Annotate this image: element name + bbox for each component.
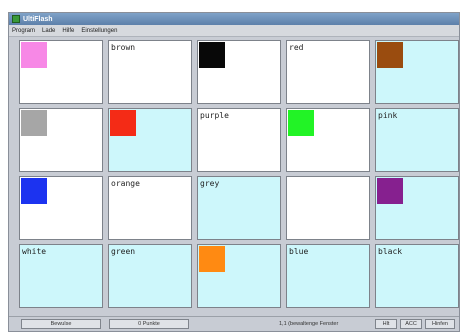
card[interactable] <box>286 176 370 240</box>
card[interactable] <box>375 176 459 240</box>
card[interactable]: green <box>108 244 192 308</box>
menu-program[interactable]: Program <box>12 28 35 34</box>
color-swatch <box>110 110 136 136</box>
color-swatch <box>288 110 314 136</box>
color-word: white <box>22 247 47 256</box>
color-swatch <box>21 110 47 136</box>
menu-einstellungen[interactable]: Einstellungen <box>81 28 117 34</box>
color-word: pink <box>378 111 398 120</box>
card[interactable]: pink <box>375 108 459 172</box>
app-window: UltiFlash Program Lade Hilfe Einstellung… <box>8 12 460 332</box>
color-swatch <box>199 42 225 68</box>
color-word: orange <box>111 179 140 188</box>
menu-lade[interactable]: Lade <box>42 28 55 34</box>
menu-bar: Program Lade Hilfe Einstellungen <box>9 25 459 37</box>
card[interactable] <box>197 40 281 104</box>
color-swatch <box>21 178 47 204</box>
color-word: brown <box>111 43 136 52</box>
color-word: red <box>289 43 304 52</box>
color-swatch <box>377 42 403 68</box>
moves-button[interactable]: Bewulse <box>21 319 101 329</box>
color-word: blue <box>289 247 309 256</box>
card[interactable] <box>197 244 281 308</box>
card[interactable]: red <box>286 40 370 104</box>
card[interactable]: grey <box>197 176 281 240</box>
card[interactable]: black <box>375 244 459 308</box>
color-swatch <box>377 178 403 204</box>
found-label: 1,1 (bewaltenge Fenster <box>279 321 339 327</box>
color-word: purple <box>200 111 229 120</box>
app-icon <box>12 15 20 23</box>
color-word: green <box>111 247 136 256</box>
card[interactable] <box>19 108 103 172</box>
card[interactable] <box>375 40 459 104</box>
card[interactable] <box>286 108 370 172</box>
card[interactable] <box>19 176 103 240</box>
points-button[interactable]: 0 Punkte <box>109 319 189 329</box>
hlt-button[interactable]: Hlt <box>375 319 397 329</box>
acc-button[interactable]: ACC <box>400 319 422 329</box>
color-word: black <box>378 247 403 256</box>
title-bar[interactable]: UltiFlash <box>9 13 459 25</box>
card[interactable]: orange <box>108 176 192 240</box>
card[interactable]: purple <box>197 108 281 172</box>
card[interactable]: blue <box>286 244 370 308</box>
card[interactable] <box>19 40 103 104</box>
card[interactable]: white <box>19 244 103 308</box>
card-grid: brown red purple pink orange grey white green bl… <box>19 40 462 312</box>
card[interactable]: brown <box>108 40 192 104</box>
menu-hilfe[interactable]: Hilfe <box>62 28 74 34</box>
color-swatch <box>199 246 225 272</box>
color-swatch <box>21 42 47 68</box>
status-bar: Bewulse 0 Punkte 1,1 (bewaltenge Fenster… <box>9 316 459 331</box>
card[interactable] <box>108 108 192 172</box>
window-title: UltiFlash <box>23 15 53 23</box>
color-word: grey <box>200 179 220 188</box>
hinfen-button[interactable]: Hinfen <box>425 319 455 329</box>
